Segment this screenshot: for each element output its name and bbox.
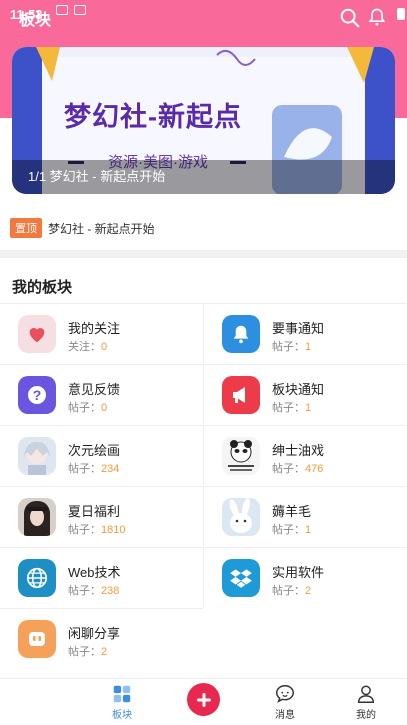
- board-name: 闲聊分享: [68, 626, 121, 641]
- board-stat-value: 1: [305, 524, 312, 536]
- board-item[interactable]: 我的关注关注：0: [0, 303, 203, 363]
- pinned-tag: 置顶: [10, 218, 42, 238]
- anime-girl-avatar: [18, 437, 56, 475]
- plus-icon: [196, 692, 211, 707]
- board-stat-label: 帖子：: [272, 524, 305, 536]
- board-name: 意见反馈: [68, 382, 121, 397]
- heart-icon: [18, 315, 56, 353]
- tab-profile[interactable]: 我的: [336, 683, 396, 721]
- board-stat: 帖子：476: [272, 460, 323, 476]
- board-item[interactable]: Web技术帖子：238: [0, 547, 203, 607]
- section-title: 我的板块: [12, 279, 73, 296]
- megaphone-icon: [222, 376, 260, 414]
- chat-robot-icon: [18, 620, 56, 658]
- dropbox-icon: [222, 559, 260, 597]
- battery-icon: [397, 8, 405, 20]
- board-stat-value: 1: [305, 402, 312, 414]
- tab-messages[interactable]: 消息: [255, 683, 315, 721]
- bell-icon: [222, 315, 260, 353]
- tab-boards-label: 板块: [112, 710, 132, 721]
- page-title: 板块: [19, 12, 52, 29]
- board-name: 实用软件: [272, 565, 325, 580]
- banner-caption-text: 1/1 梦幻社 - 新起点开始: [28, 169, 166, 184]
- board-stat-label: 帖子：: [68, 524, 101, 536]
- board-stat-label: 帖子：: [272, 463, 305, 475]
- status-icons: [56, 5, 86, 15]
- board-stat-label: 帖子：: [68, 646, 101, 658]
- svg-text:?: ?: [33, 387, 42, 403]
- board-item[interactable]: 板块通知帖子：1: [203, 364, 406, 424]
- board-stat: 帖子：1810: [68, 521, 125, 537]
- board-item[interactable]: 次元绘画帖子：234: [0, 425, 203, 485]
- board-stat-label: 帖子：: [272, 402, 305, 414]
- question-icon: ?: [18, 376, 56, 414]
- board-item[interactable]: 薅羊毛帖子：1: [203, 486, 406, 546]
- search-icon[interactable]: [339, 7, 361, 29]
- grid-icon: [113, 685, 131, 703]
- banner-art-title: 梦幻社-新起点: [64, 102, 242, 132]
- bell-icon[interactable]: [367, 6, 387, 28]
- pinned-post[interactable]: 置顶 梦幻社 - 新起点开始: [10, 218, 155, 238]
- board-name: 绅士油戏: [272, 443, 325, 458]
- banner-carousel[interactable]: 梦幻社-新起点 资源·美图·游戏 1/1 梦幻社 - 新起点开始: [12, 47, 395, 194]
- board-item[interactable]: 实用软件帖子：2: [203, 547, 406, 607]
- board-stat-label: 帖子：: [272, 341, 305, 353]
- board-name: 要事通知: [272, 321, 325, 336]
- board-stat: 帖子：0: [68, 399, 107, 415]
- board-stat-label: 关注：: [68, 341, 101, 353]
- board-name: 我的关注: [68, 321, 121, 336]
- board-stat: 帖子：1: [272, 399, 311, 415]
- board-name: Web技术: [68, 565, 121, 580]
- board-stat: 关注：0: [68, 338, 107, 354]
- board-stat-label: 帖子：: [272, 585, 305, 597]
- board-stat-value: 238: [101, 585, 120, 597]
- board-stat-value: 0: [101, 402, 108, 414]
- board-stat-label: 帖子：: [68, 463, 101, 475]
- tab-profile-label: 我的: [356, 710, 376, 721]
- globe-icon: [18, 559, 56, 597]
- board-name: 板块通知: [272, 382, 325, 397]
- board-stat-label: 帖子：: [68, 402, 101, 414]
- board-stat-label: 帖子：: [68, 585, 101, 597]
- board-stat-value: 476: [305, 463, 324, 475]
- new-post-button[interactable]: [187, 683, 220, 716]
- board-name: 薅羊毛: [272, 504, 312, 519]
- pinned-text: 梦幻社 - 新起点开始: [48, 221, 155, 236]
- board-stat-value: 1: [305, 341, 312, 353]
- meme-panda-avatar: [222, 437, 260, 475]
- section-divider: [0, 250, 407, 258]
- board-stat: 帖子：238: [68, 582, 119, 598]
- tab-messages-label: 消息: [275, 710, 295, 721]
- board-stat: 帖子：2: [272, 582, 311, 598]
- banner-caption-bar: 1/1 梦幻社 - 新起点开始: [12, 160, 395, 194]
- board-stat: 帖子：1: [272, 521, 311, 537]
- board-stat-value: 1810: [101, 524, 126, 536]
- board-stat: 帖子：1: [272, 338, 311, 354]
- board-stat: 帖子：234: [68, 460, 119, 476]
- board-item[interactable]: 夏日福利帖子：1810: [0, 486, 203, 546]
- girl-photo-avatar: [18, 498, 56, 536]
- board-item[interactable]: 绅士油戏帖子：476: [203, 425, 406, 485]
- tab-boards[interactable]: 板块: [92, 683, 152, 721]
- board-name: 次元绘画: [68, 443, 121, 458]
- board-stat-value: 234: [101, 463, 120, 475]
- board-stat-value: 2: [305, 585, 312, 597]
- board-stat: 帖子：2: [68, 643, 107, 659]
- board-stat-value: 2: [101, 646, 108, 658]
- user-icon: [357, 685, 375, 703]
- board-item[interactable]: 闲聊分享帖子：2: [0, 608, 203, 668]
- message-icon: [276, 685, 294, 703]
- bunny-avatar: [222, 498, 260, 536]
- board-item[interactable]: 要事通知帖子：1: [203, 303, 406, 363]
- board-name: 夏日福利: [68, 504, 121, 519]
- board-stat-value: 0: [101, 341, 108, 353]
- board-item[interactable]: ? 意见反馈帖子：0: [0, 364, 203, 424]
